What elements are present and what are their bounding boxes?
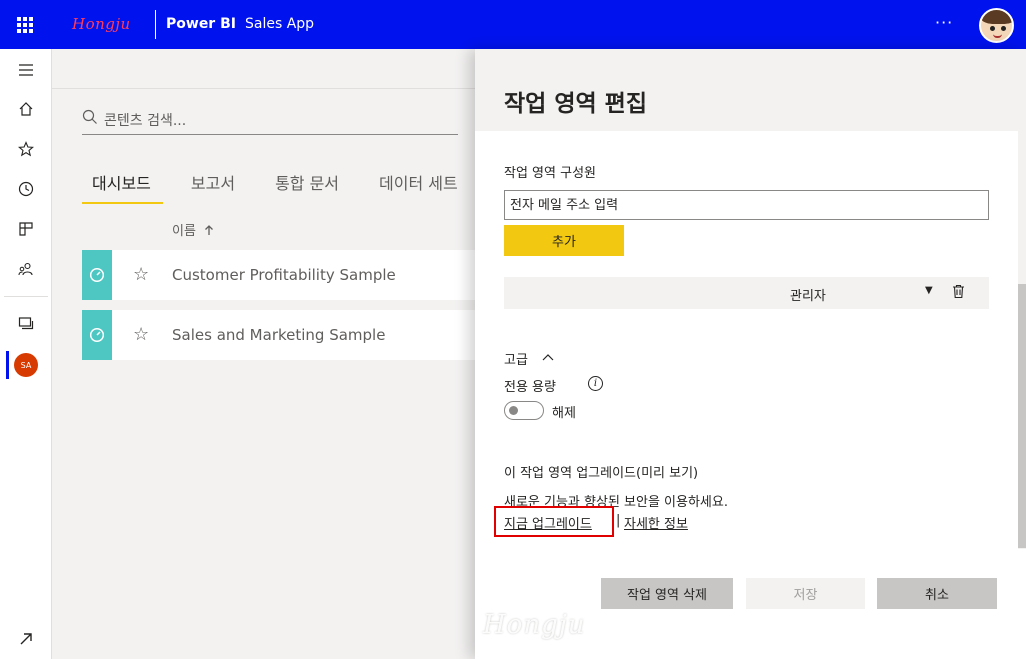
dedicated-capacity-label: 전용 용량	[504, 380, 556, 395]
favorite-star-icon[interactable]: ☆	[133, 324, 149, 345]
column-label: 이름	[172, 224, 196, 239]
left-nav: SA	[0, 49, 52, 659]
home-icon[interactable]	[0, 89, 52, 129]
app-name[interactable]: Sales App	[245, 16, 314, 32]
email-field[interactable]	[504, 190, 989, 220]
toggle-state-label: 해제	[552, 406, 576, 421]
role-select[interactable]: 관리자	[790, 285, 826, 304]
more-options-icon[interactable]: ···	[935, 13, 953, 32]
tab-dashboards[interactable]: 대시보드	[82, 168, 163, 204]
link-separator: |	[616, 513, 621, 528]
edit-workspace-panel: 작업 영역 편집 작업 영역 구성원 추가 관리자 ▼ 고급 전용 용량 i 해…	[475, 49, 1026, 659]
divider	[4, 296, 48, 297]
dashboard-icon	[89, 327, 105, 343]
dropdown-caret-icon[interactable]: ▼	[925, 285, 933, 296]
tab-reports[interactable]: 보고서	[181, 168, 247, 204]
item-name[interactable]: Sales and Marketing Sample	[172, 326, 385, 344]
favorites-icon[interactable]	[0, 129, 52, 169]
add-member-button[interactable]: 추가	[504, 225, 624, 256]
apps-icon[interactable]	[0, 209, 52, 249]
arrow-up-icon	[205, 225, 214, 235]
search-icon	[82, 109, 97, 124]
dashboard-icon	[89, 267, 105, 283]
chevron-up-icon[interactable]	[542, 353, 554, 361]
info-icon[interactable]: i	[588, 376, 603, 391]
menu-icon[interactable]	[0, 50, 52, 90]
recent-icon[interactable]	[0, 169, 52, 209]
watermark: Hongju	[483, 610, 586, 640]
workspace-badge: SA	[14, 353, 38, 377]
expand-arrow-icon[interactable]	[0, 619, 52, 659]
panel-header: 작업 영역 편집	[475, 49, 1026, 131]
avatar[interactable]	[979, 8, 1014, 43]
cancel-button[interactable]: 취소	[877, 578, 997, 609]
search-input[interactable]: 콘텐츠 검색...	[104, 110, 186, 130]
top-bar: Hongju Power BI Sales App ···	[0, 0, 1026, 49]
divider	[155, 10, 156, 39]
action-bar	[52, 49, 475, 89]
brand-logo: Hongju	[72, 15, 131, 33]
workspace-sa[interactable]: SA	[0, 345, 52, 385]
tab-workbooks[interactable]: 통합 문서	[265, 168, 351, 204]
trash-icon[interactable]	[952, 284, 965, 299]
panel-title: 작업 영역 편집	[504, 91, 647, 117]
save-button[interactable]: 저장	[746, 578, 865, 609]
workspaces-icon[interactable]	[0, 304, 52, 344]
list-item[interactable]: ☆ Sales and Marketing Sample	[82, 310, 475, 360]
item-name[interactable]: Customer Profitability Sample	[172, 266, 396, 284]
scrollbar-thumb[interactable]	[1018, 284, 1026, 548]
tab-datasets[interactable]: 데이터 세트	[369, 168, 470, 204]
list-item[interactable]: ☆ Customer Profitability Sample	[82, 250, 475, 300]
favorite-star-icon[interactable]: ☆	[133, 264, 149, 285]
product-name[interactable]: Power BI	[166, 16, 236, 32]
member-row: 관리자 ▼	[504, 277, 989, 309]
app-launcher-icon[interactable]	[17, 17, 33, 33]
delete-workspace-button[interactable]: 작업 영역 삭제	[601, 578, 733, 609]
dashboard-tile	[82, 310, 112, 360]
dedicated-capacity-toggle[interactable]	[504, 401, 544, 420]
members-label: 작업 영역 구성원	[504, 166, 596, 181]
upgrade-now-link[interactable]: 지금 업그레이드	[504, 513, 592, 532]
shared-icon[interactable]	[0, 249, 52, 289]
learn-more-link[interactable]: 자세한 정보	[624, 513, 688, 532]
upgrade-title: 이 작업 영역 업그레이드(미리 보기)	[504, 466, 699, 481]
panel-footer: 작업 영역 삭제 저장 취소	[475, 549, 1026, 659]
dashboard-tile	[82, 250, 112, 300]
column-header-name[interactable]: 이름	[172, 220, 214, 239]
advanced-toggle[interactable]: 고급	[504, 349, 528, 368]
search-box[interactable]: 콘텐츠 검색...	[82, 107, 458, 135]
